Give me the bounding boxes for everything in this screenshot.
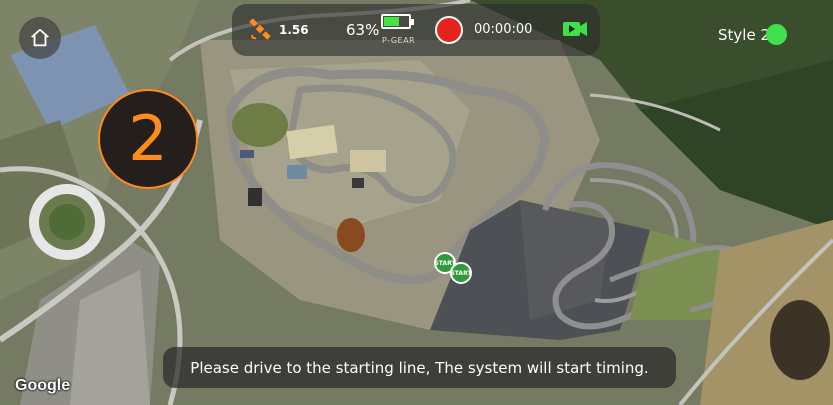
record-button[interactable] <box>435 16 463 44</box>
home-button[interactable] <box>19 17 61 59</box>
gear-label: P-GEAR <box>382 36 416 45</box>
home-icon <box>31 28 49 47</box>
satellite-map[interactable] <box>0 0 833 405</box>
status-bar: 1.56 63% P-GEAR 00:00:00 <box>232 4 600 56</box>
countdown-number: 2 <box>98 89 198 189</box>
style-indicator <box>766 24 787 45</box>
video-camera-icon[interactable] <box>562 20 588 38</box>
style-toggle[interactable]: Style 2 <box>718 24 787 45</box>
instruction-message: Please drive to the starting line, The s… <box>163 347 676 388</box>
start-marker[interactable]: START <box>450 262 472 284</box>
satellite-icon <box>249 18 271 40</box>
satellite-value: 1.56 <box>279 23 309 37</box>
google-logo: Google <box>15 377 71 394</box>
style-label: Style 2 <box>718 25 770 44</box>
battery-percent: 63% <box>346 21 380 39</box>
battery-level <box>384 17 400 26</box>
timer: 00:00:00 <box>474 22 533 37</box>
battery-icon <box>381 14 414 29</box>
